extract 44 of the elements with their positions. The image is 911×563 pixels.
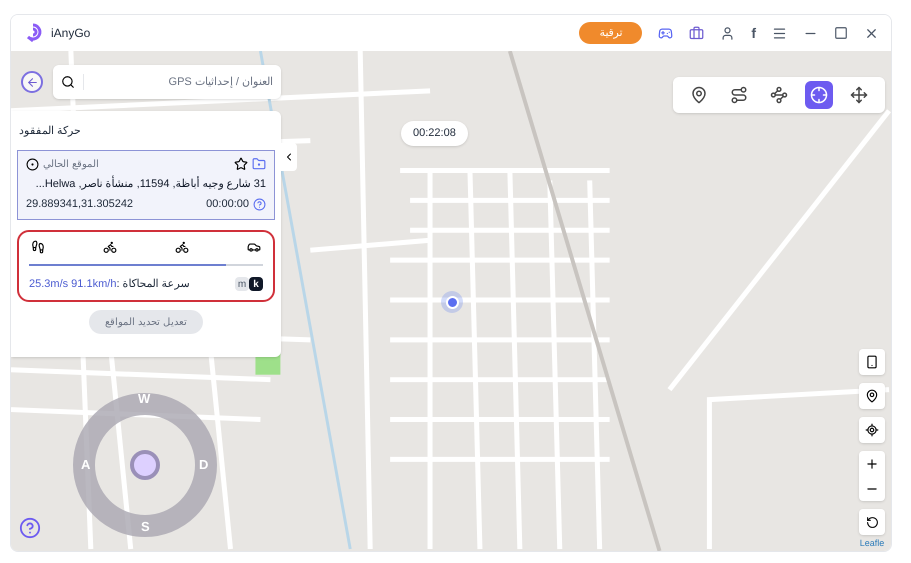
search-field[interactable]: العنوان / إحداثيات GPS xyxy=(53,65,281,99)
folder-icon[interactable] xyxy=(252,157,266,171)
map-pin-icon xyxy=(865,389,879,403)
target-icon xyxy=(26,158,39,170)
upgrade-button[interactable]: ترقية xyxy=(579,22,642,44)
joystick-up-key[interactable]: W xyxy=(138,389,150,408)
speed-label: سرعة المحاكاة : xyxy=(116,276,190,292)
location-marker-icon xyxy=(441,291,463,313)
mode-tool-button[interactable] xyxy=(805,81,833,109)
arrow-left-icon xyxy=(26,76,38,88)
menu-icon[interactable] xyxy=(772,26,787,40)
locate-icon xyxy=(865,423,879,437)
elapsed-time: 00:00:00 xyxy=(206,197,249,212)
device-button[interactable] xyxy=(859,349,885,375)
phone-icon xyxy=(865,355,879,369)
location-address: 31 شارع وجيه أباظة, 11594, منشأة ناصر, Helwa... xyxy=(34,176,266,192)
coordinates: 29.889341,31.305242 xyxy=(26,197,134,212)
app-title: iAnyGo xyxy=(51,25,90,42)
search-icon xyxy=(61,75,75,89)
help-icon[interactable] xyxy=(253,198,266,211)
star-icon[interactable] xyxy=(234,157,248,171)
joystick-right-key[interactable]: D xyxy=(199,455,208,474)
locate-button[interactable] xyxy=(859,417,885,443)
speed-value: 25.3m/s 91.1km/h xyxy=(29,276,116,292)
pin-button[interactable] xyxy=(859,383,885,409)
location-label: الموقع الحالي xyxy=(43,158,99,172)
gamepad-icon[interactable] xyxy=(658,26,674,40)
help-icon[interactable] xyxy=(19,517,41,539)
briefcase-icon[interactable] xyxy=(689,26,704,40)
unit-toggle[interactable]: k xyxy=(249,276,263,291)
user-icon[interactable] xyxy=(720,26,736,40)
zoom-in-icon[interactable] xyxy=(865,456,879,470)
panel-title: حركة المفقود xyxy=(19,124,82,139)
walk-icon[interactable] xyxy=(31,240,45,254)
reset-icon xyxy=(866,516,878,528)
timer: 00:22:08 xyxy=(401,121,468,146)
reset-button[interactable] xyxy=(859,509,885,535)
joystick-left-key[interactable]: A xyxy=(81,455,90,474)
maximize-icon[interactable] xyxy=(834,26,848,40)
unit-toggle[interactable]: m xyxy=(235,276,249,291)
facebook-icon[interactable]: f xyxy=(751,22,756,44)
joystick-down-key[interactable]: S xyxy=(141,517,150,536)
bike-icon[interactable] xyxy=(103,240,117,254)
map-attribution[interactable]: Leafle xyxy=(860,537,884,550)
